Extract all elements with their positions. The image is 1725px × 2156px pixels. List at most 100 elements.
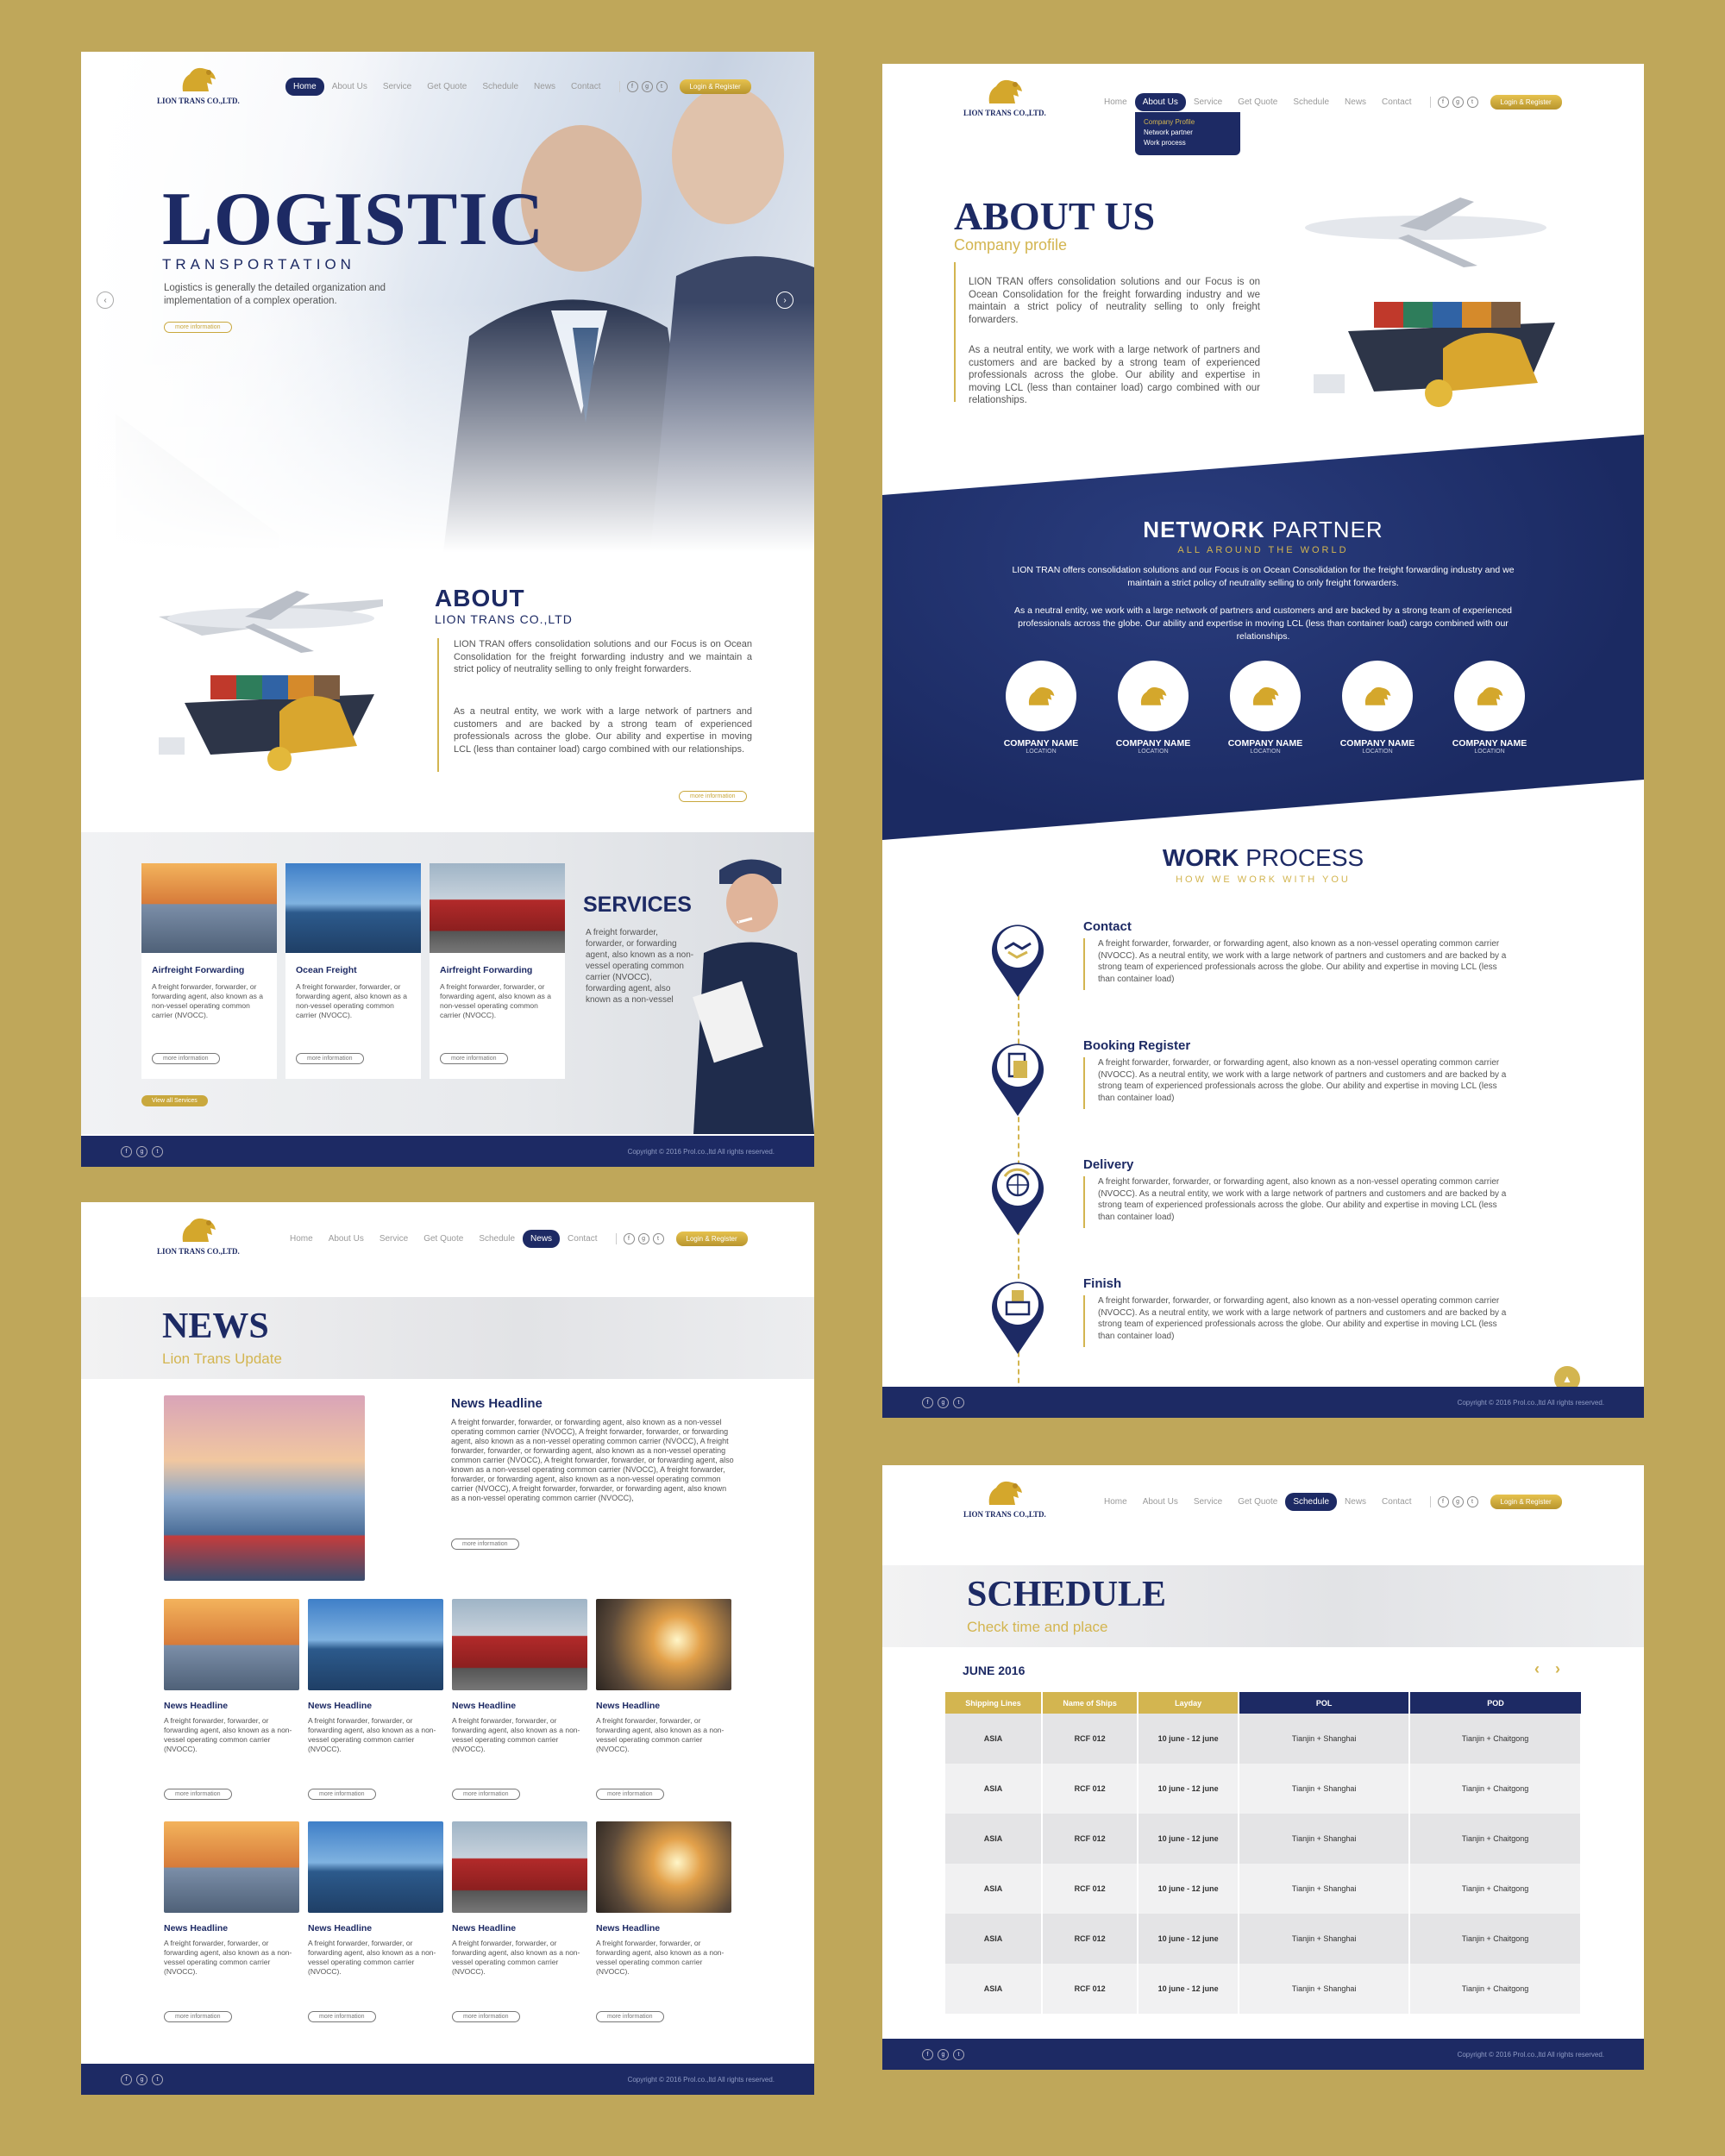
dropdown-network-partner[interactable]: Network partner [1144,128,1232,138]
nav-contact[interactable]: Contact [1374,93,1419,111]
nav-contact[interactable]: Contact [560,1230,605,1248]
twitter-icon[interactable]: t [953,2048,964,2060]
logo[interactable]: LION TRANS CO.,LTD. [963,76,1046,117]
news-card-title: News Headline [308,1701,373,1711]
nav-schedule[interactable]: Schedule [474,78,526,96]
nav-service[interactable]: Service [375,78,419,96]
nav-schedule[interactable]: Schedule [471,1230,523,1248]
partner-item[interactable]: COMPANY NAME LOCATION [1222,661,1308,755]
facebook-icon[interactable]: f [121,1145,132,1157]
google-plus-icon[interactable]: g [136,2073,147,2085]
view-all-services-button[interactable]: View all Services [141,1095,208,1106]
service-photo-airfreight [141,863,277,953]
news-card-more-button[interactable]: more information [164,2011,232,2022]
news-card-more-button[interactable]: more information [452,1789,520,1800]
dropdown-work-process[interactable]: Work process [1144,138,1232,148]
nav-about[interactable]: About Us [321,1230,372,1248]
nav-about[interactable]: About Us [324,78,375,96]
news-card-title: News Headline [164,1923,229,1934]
schedule-cell: RCF 012 [1042,1864,1139,1914]
nav-service[interactable]: Service [1186,1493,1230,1511]
nav-home[interactable]: Home [285,78,324,96]
logo[interactable]: LION TRANS CO.,LTD. [157,64,240,105]
schedule-cell: RCF 012 [1042,1914,1139,1964]
twitter-icon[interactable]: t [652,1233,664,1244]
google-plus-icon[interactable]: g [938,1396,949,1408]
partner-item[interactable]: COMPANY NAME LOCATION [1446,661,1533,755]
nav-quote[interactable]: Get Quote [419,78,474,96]
nav-news[interactable]: News [526,78,563,96]
service-card-more-button[interactable]: more information [440,1053,508,1064]
facebook-icon[interactable]: f [626,81,638,92]
nav-about[interactable]: About Us [1134,93,1186,111]
news-card-more-button[interactable]: more information [452,2011,520,2022]
facebook-icon[interactable]: f [1437,1496,1449,1507]
google-plus-icon[interactable]: g [641,81,653,92]
service-card-more-button[interactable]: more information [152,1053,220,1064]
about-accent-bar [437,638,439,772]
news-card-more-button[interactable]: more information [596,2011,664,2022]
hero-next-arrow[interactable]: › [776,291,794,309]
nav-quote[interactable]: Get Quote [1230,93,1285,111]
nav-news[interactable]: News [523,1230,561,1248]
nav-home[interactable]: Home [1096,93,1135,111]
logo[interactable]: LION TRANS CO.,LTD. [963,1477,1046,1519]
nav-news[interactable]: News [1337,93,1374,111]
nav-quote[interactable]: Get Quote [416,1230,471,1248]
headline-photo [164,1395,365,1581]
login-button[interactable]: Login & Register [675,1232,748,1246]
nav-about[interactable]: About Us [1135,1493,1186,1511]
news-card-more-button[interactable]: more information [308,2011,376,2022]
about-more-button[interactable]: more information [679,791,747,802]
partner-item[interactable]: COMPANY NAME LOCATION [998,661,1084,755]
nav-quote[interactable]: Get Quote [1230,1493,1285,1511]
nav-news[interactable]: News [1337,1493,1374,1511]
partner-item[interactable]: COMPANY NAME LOCATION [1110,661,1196,755]
twitter-icon[interactable]: t [953,1396,964,1408]
hero-more-button[interactable]: more information [164,322,232,333]
nav-home[interactable]: Home [1096,1493,1135,1511]
login-button[interactable]: Login & Register [1490,1495,1562,1509]
twitter-icon[interactable]: t [152,1145,163,1157]
twitter-icon[interactable]: t [1466,97,1478,108]
nav-home[interactable]: Home [282,1230,321,1248]
twitter-icon[interactable]: t [152,2073,163,2085]
nav-contact[interactable]: Contact [1374,1493,1419,1511]
nav-service[interactable]: Service [372,1230,416,1248]
google-plus-icon[interactable]: g [938,2048,949,2060]
news-card-more-button[interactable]: more information [164,1789,232,1800]
hero-prev-arrow[interactable]: ‹ [97,291,114,309]
twitter-icon[interactable]: t [656,81,668,92]
news-card-more-button[interactable]: more information [308,1789,376,1800]
google-plus-icon[interactable]: g [1452,1496,1464,1507]
google-plus-icon[interactable]: g [1452,97,1464,108]
handshake-icon [992,924,1044,997]
nav-schedule[interactable]: Schedule [1285,93,1337,111]
nav-service[interactable]: Service [1186,93,1230,111]
prev-month-chevron-icon[interactable]: ‹ [1534,1660,1540,1678]
facebook-icon[interactable]: f [922,1396,933,1408]
facebook-icon[interactable]: f [1437,97,1449,108]
next-month-chevron-icon[interactable]: › [1555,1660,1560,1678]
login-button[interactable]: Login & Register [1490,95,1562,110]
schedule-cell: Tianjin + Chaitgong [1409,1864,1582,1914]
twitter-icon[interactable]: t [1466,1496,1478,1507]
hero-description: Logistics is generally the detailed orga… [164,283,386,306]
facebook-icon[interactable]: f [922,2048,933,2060]
facebook-icon[interactable]: f [121,2073,132,2085]
login-button[interactable]: Login & Register [679,79,751,94]
dropdown-company-profile[interactable]: Company Profile [1144,117,1232,128]
service-card-more-button[interactable]: more information [296,1053,364,1064]
logo[interactable]: LION TRANS CO.,LTD. [157,1214,240,1256]
google-plus-icon[interactable]: g [136,1145,147,1157]
google-plus-icon[interactable]: g [637,1233,649,1244]
news-card-more-button[interactable]: more information [596,1789,664,1800]
headline-more-button[interactable]: more information [451,1539,519,1550]
news-card-desc: A freight forwarder, forwarder, or forwa… [452,1939,580,1976]
partner-item[interactable]: COMPANY NAME LOCATION [1334,661,1421,755]
schedule-cell: ASIA [945,1964,1044,2014]
nav-schedule[interactable]: Schedule [1285,1493,1338,1511]
col-pod: POD [1409,1692,1581,1714]
nav-contact[interactable]: Contact [563,78,608,96]
facebook-icon[interactable]: f [623,1233,635,1244]
